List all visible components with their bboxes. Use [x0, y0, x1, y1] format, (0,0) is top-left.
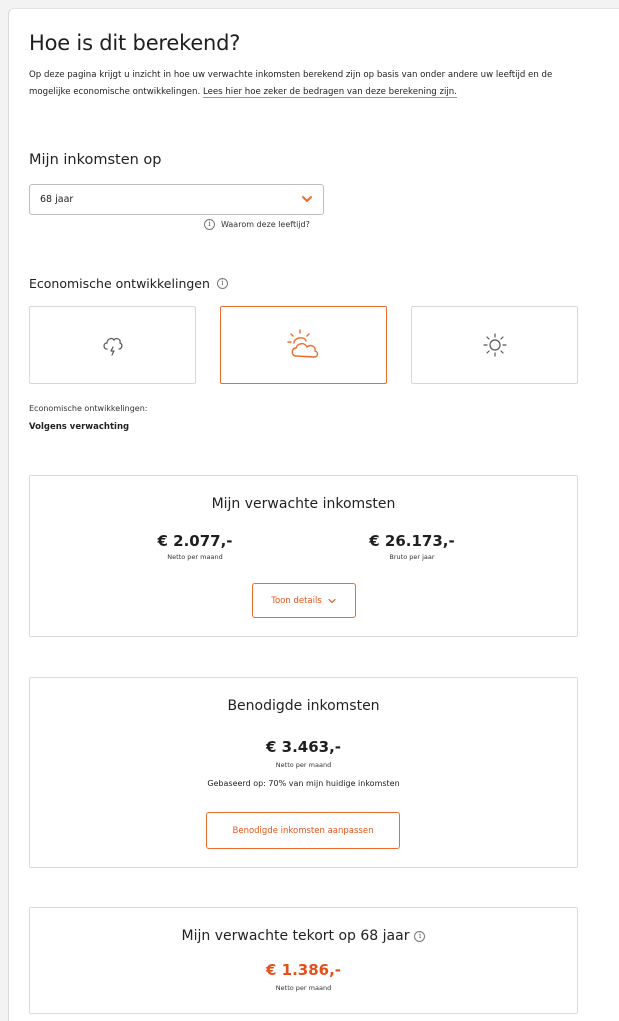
shortfall-card: Mijn verwachte tekort op 68 jaar i € 1.3… [29, 907, 578, 1014]
option-pessimistic[interactable] [29, 306, 196, 384]
option-expected[interactable] [220, 306, 387, 384]
economic-label: Economische ontwikkelingen [29, 276, 210, 291]
gross-amount: € 26.173,- [369, 532, 455, 550]
show-details-button[interactable]: Toon details [252, 583, 356, 618]
age-select[interactable]: 68 jaar [29, 184, 324, 215]
info-icon[interactable]: i [216, 278, 228, 289]
economic-current-label: Economische ontwikkelingen: [29, 404, 148, 413]
age-select-value: 68 jaar [40, 194, 74, 205]
shortfall-title: Mijn verwachte tekort op 68 jaar [181, 928, 410, 944]
net-amount: € 2.077,- [157, 532, 233, 550]
info-icon: i [204, 219, 215, 230]
required-income-title: Benodigde inkomsten [227, 698, 380, 714]
economic-current-value: Volgens verwachting [29, 422, 130, 432]
income-at-label: Mijn inkomsten op [29, 152, 162, 168]
storm-cloud-icon [102, 337, 122, 356]
option-optimistic[interactable] [411, 306, 578, 384]
partly-cloudy-icon [286, 329, 318, 358]
required-amount: € 3.463,- [265, 738, 342, 756]
expected-income-card: Mijn verwachte inkomsten € 2.077,- Netto… [29, 475, 578, 637]
gross-label: Bruto per jaar [389, 553, 435, 561]
based-on-text: Gebaseerd op: 70% van mijn huidige inkom… [207, 779, 400, 788]
economic-options [29, 306, 579, 384]
page-title: Hoe is dit berekend? [29, 31, 241, 55]
intro-text: Op deze pagina krijgt u inzicht in hoe u… [29, 67, 579, 101]
economic-label-row: Economische ontwikkelingen i [29, 276, 228, 291]
net-label: Netto per maand [167, 553, 223, 561]
shortfall-title-row: Mijn verwachte tekort op 68 jaar i [30, 928, 577, 944]
expected-income-title: Mijn verwachte inkomsten [211, 496, 396, 512]
required-income-card: Benodigde inkomsten € 3.463,- Netto per … [29, 677, 578, 868]
shortfall-amount: € 1.386,- [265, 961, 342, 979]
chevron-down-icon [302, 196, 312, 202]
sun-icon [482, 333, 507, 357]
certainty-link[interactable]: Lees hier hoe zeker de bedragen van deze… [202, 87, 457, 98]
show-details-label: Toon details [271, 595, 322, 606]
chevron-down-icon [328, 598, 336, 603]
info-icon[interactable]: i [414, 930, 426, 942]
why-age-link[interactable]: i Waarom deze leeftijd? [204, 219, 310, 230]
required-amount-label: Netto per maand [275, 761, 332, 769]
adjust-required-income-label: Benodigde inkomsten aanpassen [232, 825, 374, 836]
adjust-required-income-button[interactable]: Benodigde inkomsten aanpassen [206, 812, 400, 849]
shortfall-amount-label: Netto per maand [275, 984, 332, 992]
page-container: Hoe is dit berekend? Op deze pagina krij… [8, 8, 619, 1021]
why-age-text: Waarom deze leeftijd? [221, 220, 310, 229]
